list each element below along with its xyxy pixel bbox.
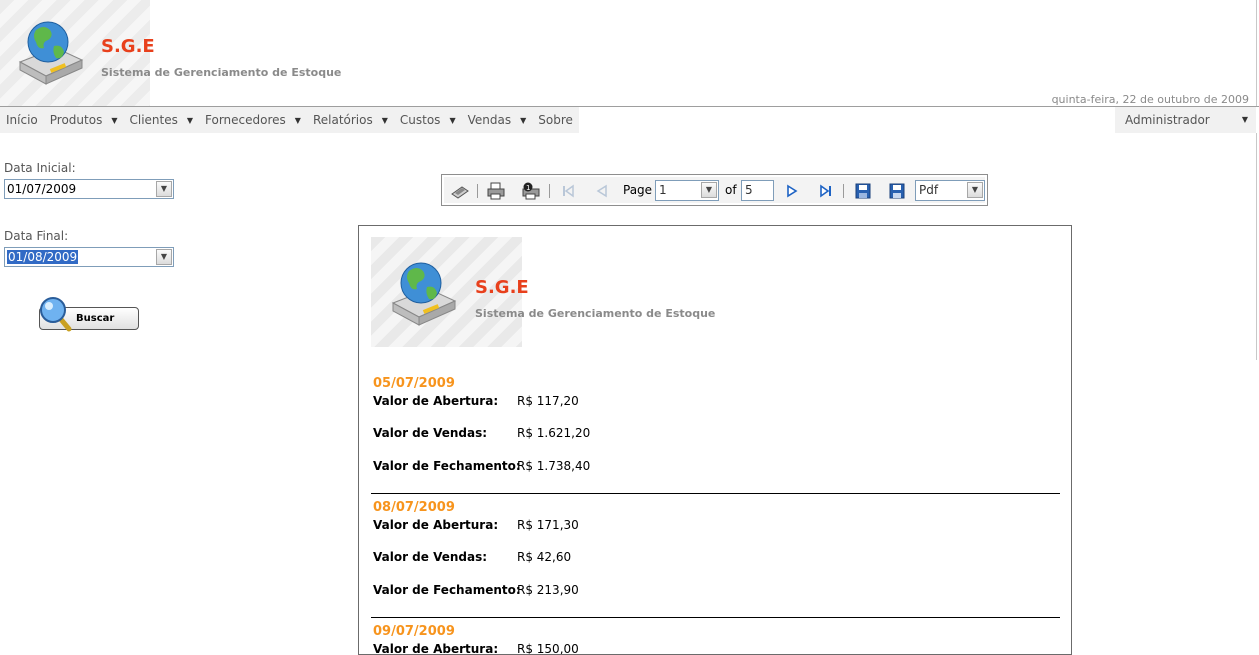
- total-pages-field: 5: [741, 180, 774, 201]
- sales-value: R$ 42,60: [517, 550, 572, 564]
- opening-label: Valor de Abertura:: [373, 642, 499, 655]
- sales-value: R$ 1.621,20: [517, 426, 591, 440]
- toolbar-separator: [549, 184, 550, 198]
- chevron-down-icon[interactable]: ▼: [701, 182, 717, 198]
- closing-label: Valor de Fechamento:: [373, 583, 521, 597]
- of-label: of: [725, 183, 737, 197]
- menu-item-label: Clientes: [129, 113, 178, 127]
- chevron-down-icon: ▼: [186, 116, 194, 125]
- export-format-select[interactable]: Pdf ▼: [915, 180, 985, 201]
- current-date: quinta-feira, 22 de outubro de 2009: [1051, 93, 1249, 106]
- chevron-down-icon: ▼: [1241, 115, 1248, 124]
- start-date-label: Data Inicial:: [4, 161, 76, 175]
- globe-drive-logo-icon: [18, 21, 84, 85]
- menu-item-relatorios[interactable]: Relatórios ▼: [307, 107, 394, 133]
- page-number-value: 1: [659, 183, 667, 197]
- end-date-value: 01/08/2009: [7, 250, 79, 264]
- user-menu-label: Administrador: [1125, 113, 1210, 127]
- menu-item-sobre[interactable]: Sobre: [532, 107, 579, 133]
- sales-label: Valor de Vendas:: [373, 426, 488, 440]
- opening-value: R$ 171,30: [517, 518, 579, 532]
- search-button-label: Buscar: [76, 313, 115, 324]
- menu-item-fornecedores[interactable]: Fornecedores ▼: [199, 107, 307, 133]
- menu-item-label: Fornecedores: [205, 113, 286, 127]
- closing-label: Valor de Fechamento:: [373, 459, 521, 473]
- menu-item-label: Início: [6, 113, 38, 127]
- app-subtitle: Sistema de Gerenciamento de Estoque: [101, 66, 342, 79]
- entry-date: 08/07/2009: [373, 500, 455, 515]
- chevron-down-icon: ▼: [520, 116, 527, 125]
- export-format-value: Pdf: [919, 183, 939, 197]
- save-icon[interactable]: [855, 182, 871, 200]
- report-viewer-toolbar: 1 Page 1 ▼ of 5 Pdf ▼: [441, 174, 988, 206]
- chevron-down-icon: ▼: [449, 116, 456, 125]
- globe-drive-logo-icon: [391, 262, 457, 326]
- end-date-label: Data Final:: [4, 229, 69, 243]
- chevron-down-icon[interactable]: ▼: [156, 181, 172, 197]
- magnifier-icon: [40, 297, 72, 332]
- previous-page-icon[interactable]: [594, 182, 610, 200]
- export-icon[interactable]: [451, 182, 469, 200]
- chevron-down-icon[interactable]: ▼: [967, 182, 983, 198]
- opening-value: R$ 150,00: [517, 642, 579, 655]
- closing-value: R$ 213,90: [517, 583, 579, 597]
- svg-text:1: 1: [526, 184, 530, 192]
- closing-value: R$ 1.738,40: [517, 459, 591, 473]
- start-date-value: 01/07/2009: [7, 182, 77, 196]
- entry-divider: [371, 493, 1060, 494]
- menu-item-vendas[interactable]: Vendas ▼: [462, 107, 533, 133]
- entry-date: 05/07/2009: [373, 376, 455, 391]
- page-header: S.G.E Sistema de Gerenciamento de Estoqu…: [0, 0, 1259, 106]
- report-subtitle: Sistema de Gerenciamento de Estoque: [475, 307, 716, 320]
- app-title: S.G.E: [101, 36, 155, 57]
- print-icon[interactable]: [487, 182, 505, 200]
- sales-label: Valor de Vendas:: [373, 550, 488, 564]
- export-save-icon[interactable]: [889, 182, 905, 200]
- report-page: S.G.E Sistema de Gerenciamento de Estoqu…: [358, 225, 1072, 655]
- opening-label: Valor de Abertura:: [373, 394, 499, 408]
- menu-item-custos[interactable]: Custos ▼: [394, 107, 462, 133]
- menu-item-clientes[interactable]: Clientes ▼: [123, 107, 199, 133]
- first-page-icon[interactable]: [560, 182, 576, 200]
- main-menu-bar: Início Produtos ▼ Clientes ▼ Fornecedores ▼ Rel…: [0, 106, 1259, 133]
- chevron-down-icon: ▼: [111, 116, 118, 125]
- toolbar-separator: [477, 184, 478, 198]
- opening-value: R$ 117,20: [517, 394, 579, 408]
- total-pages-value: 5: [745, 183, 753, 197]
- entry-divider: [371, 617, 1060, 618]
- menu-item-label: Produtos: [49, 113, 103, 127]
- menu-item-produtos[interactable]: Produtos ▼: [44, 107, 124, 133]
- next-page-icon[interactable]: [784, 182, 800, 200]
- chevron-down-icon: ▼: [294, 116, 301, 125]
- page-number-select[interactable]: 1 ▼: [655, 180, 719, 201]
- page-label: Page: [623, 183, 653, 197]
- start-date-select[interactable]: 01/07/2009 ▼: [4, 179, 174, 199]
- menu-item-label: Sobre: [538, 113, 573, 127]
- menu-item-inicio[interactable]: Início: [0, 107, 44, 133]
- entry-date: 09/07/2009: [373, 624, 455, 639]
- menu-item-label: Vendas: [467, 113, 512, 127]
- menu-item-label: Relatórios: [312, 113, 373, 127]
- last-page-icon[interactable]: [818, 182, 834, 200]
- end-date-select[interactable]: 01/08/2009 ▼: [4, 247, 174, 267]
- report-title: S.G.E: [475, 277, 529, 298]
- chevron-down-icon: ▼: [381, 116, 388, 125]
- chevron-down-icon[interactable]: ▼: [156, 249, 172, 265]
- print-layout-icon[interactable]: 1: [521, 182, 541, 200]
- menu-item-label: Custos: [399, 113, 441, 127]
- user-menu[interactable]: Administrador ▼: [1115, 107, 1256, 133]
- page-right-border: [1256, 0, 1257, 360]
- opening-label: Valor de Abertura:: [373, 518, 499, 532]
- toolbar-separator: [843, 184, 844, 198]
- menu-items: Início Produtos ▼ Clientes ▼ Fornecedores ▼ Rel…: [0, 107, 579, 133]
